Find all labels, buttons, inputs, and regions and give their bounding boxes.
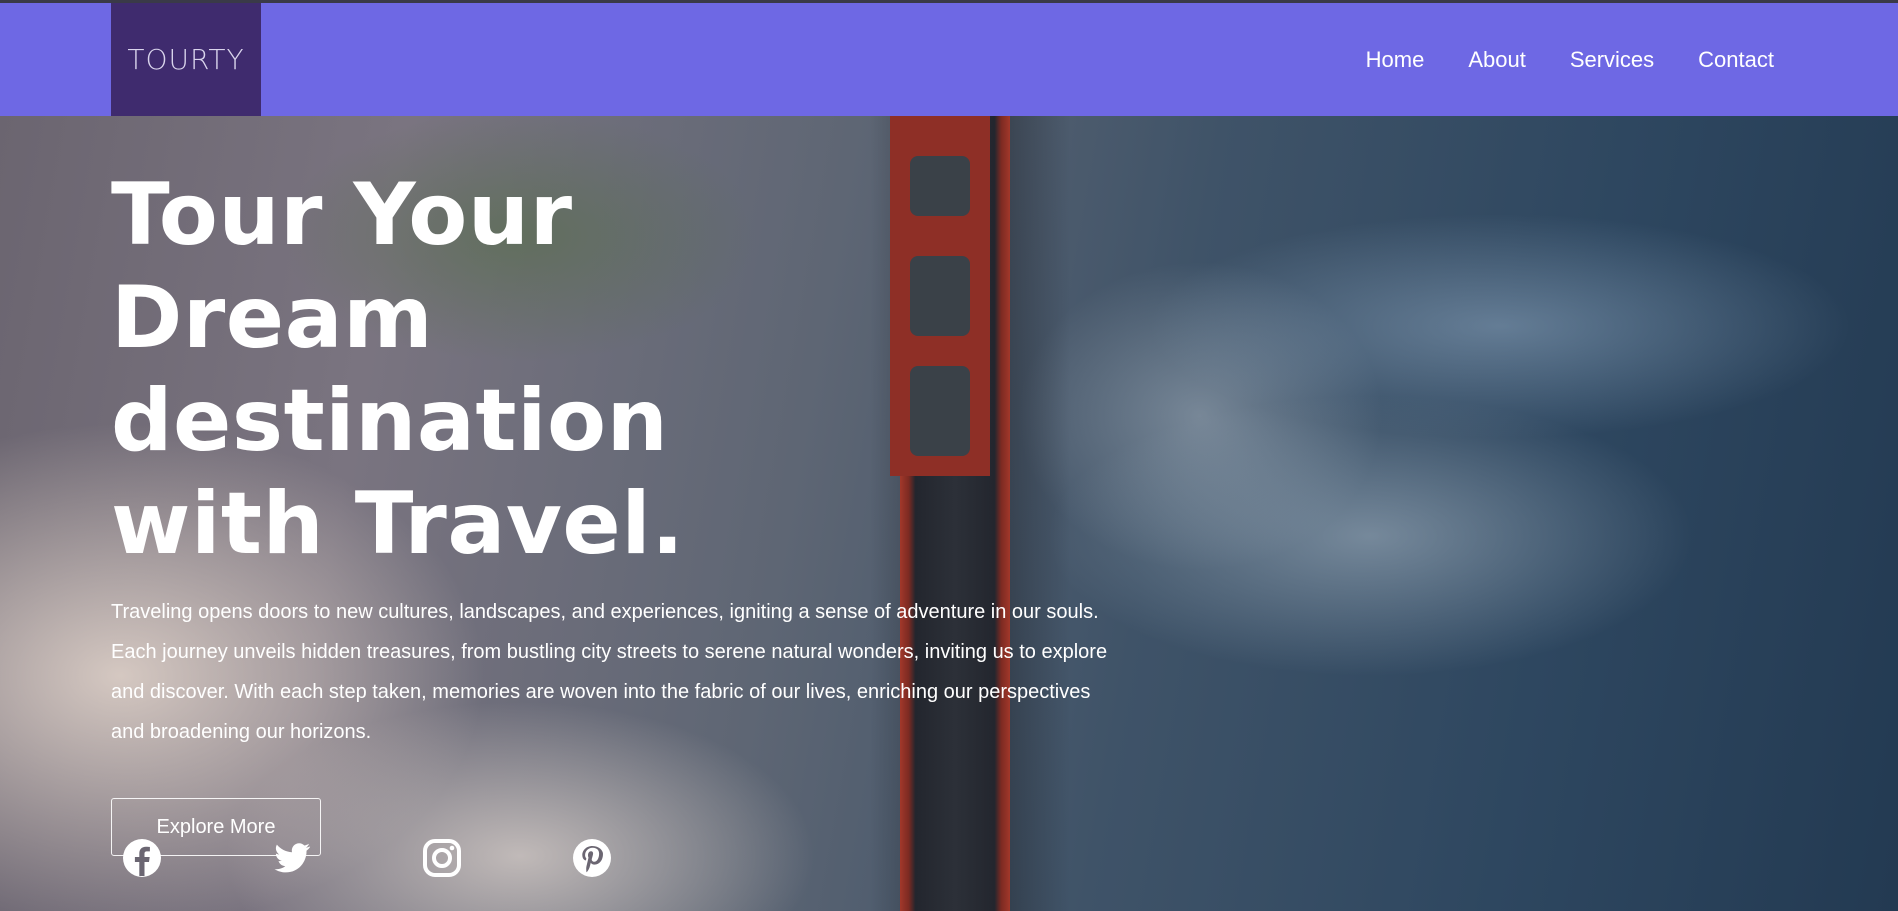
facebook-icon[interactable] <box>122 838 162 878</box>
hero-content: Tour Your Dream destination with Travel.… <box>111 164 1121 856</box>
nav-contact-link[interactable]: Contact <box>1698 47 1774 73</box>
instagram-icon[interactable] <box>422 838 462 878</box>
logo[interactable]: TOURTY <box>111 3 261 116</box>
pinterest-icon[interactable] <box>572 838 612 878</box>
site-header: TOURTY Home About Services Contact <box>0 3 1898 116</box>
social-links <box>122 838 612 878</box>
window-top-border <box>0 0 1898 3</box>
hero-description: Traveling opens doors to new cultures, l… <box>111 601 1108 743</box>
twitter-icon[interactable] <box>272 838 312 878</box>
nav-home-link[interactable]: Home <box>1366 47 1425 73</box>
hero-section: Tour Your Dream destination with Travel.… <box>0 116 1898 911</box>
hero-title: Tour Your Dream destination with Travel. <box>111 165 685 574</box>
nav-services-link[interactable]: Services <box>1570 47 1654 73</box>
nav-about-link[interactable]: About <box>1468 47 1526 73</box>
logo-text: TOURTY <box>127 43 245 76</box>
main-nav: Home About Services Contact <box>1366 3 1774 116</box>
